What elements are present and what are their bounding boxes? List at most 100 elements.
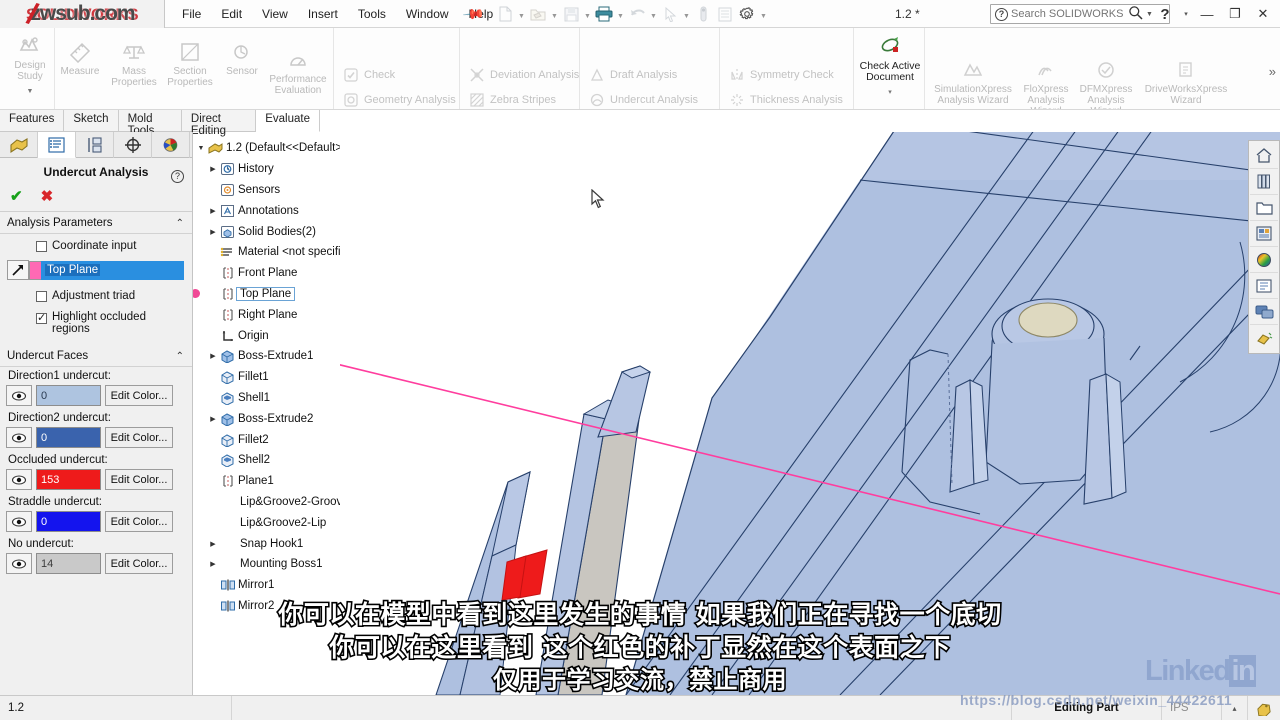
direction2-color-swatch[interactable]: 0 bbox=[36, 427, 101, 448]
open-folder-icon[interactable] bbox=[528, 3, 548, 25]
undercut-analysis-button[interactable]: Undercut Analysis bbox=[588, 91, 698, 108]
measure-button[interactable]: Measure bbox=[50, 38, 110, 77]
design-study-caret-icon[interactable]: ▼ bbox=[27, 86, 34, 97]
undo-caret-icon[interactable]: ▼ bbox=[649, 3, 658, 25]
save-icon[interactable] bbox=[561, 3, 581, 25]
tag-icon[interactable] bbox=[1248, 696, 1280, 720]
direction1-color-swatch[interactable]: 0 bbox=[36, 385, 101, 406]
simulationxpress-button[interactable]: SimulationXpress Analysis Wizard bbox=[932, 56, 1014, 106]
open-caret-icon[interactable]: ▼ bbox=[550, 3, 559, 25]
gear-icon[interactable] bbox=[737, 3, 757, 25]
custom-properties-icon[interactable] bbox=[1250, 273, 1278, 299]
chevron-up-icon-2[interactable]: ⌃ bbox=[176, 351, 184, 362]
home-icon[interactable] bbox=[1250, 143, 1278, 169]
eye-icon-no-undercut[interactable] bbox=[6, 553, 32, 574]
selected-plane-field[interactable]: Top Plane bbox=[41, 260, 184, 280]
new-document-icon[interactable] bbox=[495, 3, 515, 25]
highlight-occluded-checkbox[interactable] bbox=[36, 311, 47, 324]
check-active-document-button[interactable]: Check Active Document ▾ bbox=[858, 33, 922, 98]
expand-icon-snap-hook1[interactable]: ▶ bbox=[207, 540, 219, 548]
help-caret-icon[interactable]: ▾ bbox=[1180, 3, 1192, 25]
tree-node-lip-groove-lip[interactable]: Lip&Groove2-Lip bbox=[193, 512, 340, 533]
help-search-box[interactable]: ? ▼ bbox=[990, 4, 1170, 24]
new-document-caret-icon[interactable]: ▼ bbox=[517, 3, 526, 25]
tree-node-top-plane[interactable]: Top Plane bbox=[193, 284, 340, 305]
magnifier-icon[interactable] bbox=[1128, 5, 1143, 23]
design-library-icon[interactable] bbox=[1250, 169, 1278, 195]
appearances-icon[interactable] bbox=[1250, 247, 1278, 273]
eye-icon-occluded[interactable] bbox=[6, 469, 32, 490]
tree-node-mounting-boss1[interactable]: ▶ Mounting Boss1 bbox=[193, 554, 340, 575]
close-button[interactable]: ✕ bbox=[1250, 3, 1276, 25]
help-icon[interactable]: ? bbox=[171, 170, 184, 183]
minimize-button[interactable]: — bbox=[1194, 3, 1220, 25]
search-input[interactable] bbox=[1011, 8, 1126, 20]
edit-color-occluded-button[interactable]: Edit Color... bbox=[105, 469, 173, 490]
analysis-parameters-header[interactable]: Analysis Parameters ⌃ bbox=[0, 212, 192, 233]
restore-button[interactable]: ❐ bbox=[1222, 3, 1248, 25]
file-explorer-icon[interactable] bbox=[1250, 195, 1278, 221]
thickness-analysis-button[interactable]: Thickness Analysis bbox=[728, 91, 843, 108]
pull-direction-selection-row[interactable]: Top Plane bbox=[0, 254, 192, 282]
expand-icon-solid-bodies[interactable]: ▶ bbox=[207, 228, 219, 236]
options-list-icon[interactable] bbox=[715, 3, 735, 25]
menu-edit[interactable]: Edit bbox=[211, 3, 252, 25]
mass-properties-button[interactable]: Mass Properties bbox=[104, 38, 164, 88]
sensor-button[interactable]: Sensor bbox=[212, 38, 272, 77]
deviation-analysis-button[interactable]: Deviation Analysis bbox=[468, 66, 579, 83]
eye-icon-straddle[interactable] bbox=[6, 511, 32, 532]
tab-direct-editing[interactable]: Direct Editing bbox=[181, 110, 257, 137]
select-caret-icon[interactable]: ▼ bbox=[682, 3, 691, 25]
adjustment-triad-row[interactable]: Adjustment triad bbox=[0, 282, 192, 304]
dfmxpress-button[interactable]: DFMXpress Analysis Wizard bbox=[1078, 56, 1134, 109]
tree-node-lip-groove-groove[interactable]: Lip&Groove2-Groove bbox=[193, 492, 340, 513]
edit-color-direction1-button[interactable]: Edit Color... bbox=[105, 385, 173, 406]
help-button[interactable]: ? bbox=[1152, 3, 1178, 25]
no-undercut-color-swatch[interactable]: 14 bbox=[36, 553, 101, 574]
check-active-caret-icon[interactable]: ▾ bbox=[888, 87, 892, 98]
tree-node-boss-extrude1[interactable]: ▶ Boss-Extrude1 bbox=[193, 346, 340, 367]
coordinate-input-checkbox[interactable] bbox=[36, 240, 47, 252]
menu-insert[interactable]: Insert bbox=[298, 3, 348, 25]
performance-evaluation-button[interactable]: Performance Evaluation bbox=[264, 46, 332, 96]
eye-icon-direction1[interactable] bbox=[6, 385, 32, 406]
rebuild-icon[interactable] bbox=[693, 3, 713, 25]
tab-dimxpert-manager[interactable] bbox=[114, 132, 152, 158]
sw-forum-icon[interactable] bbox=[1250, 299, 1278, 325]
undercut-faces-header[interactable]: Undercut Faces ⌃ bbox=[0, 345, 192, 366]
eye-icon-direction2[interactable] bbox=[6, 427, 32, 448]
geometry-analysis-button[interactable]: Geometry Analysis bbox=[342, 91, 456, 108]
tab-configuration-manager[interactable] bbox=[76, 132, 114, 158]
menu-tools[interactable]: Tools bbox=[348, 3, 396, 25]
tree-node-front-plane[interactable]: Front Plane bbox=[193, 263, 340, 284]
tree-node-fillet2[interactable]: Fillet2 bbox=[193, 429, 340, 450]
tree-node-plane1[interactable]: Plane1 bbox=[193, 471, 340, 492]
menu-window[interactable]: Window bbox=[396, 3, 459, 25]
tree-node-shell1[interactable]: Shell1 bbox=[193, 388, 340, 409]
expand-icon-root[interactable]: ▼ bbox=[195, 145, 207, 152]
edit-color-straddle-button[interactable]: Edit Color... bbox=[105, 511, 173, 532]
adjustment-triad-checkbox[interactable] bbox=[36, 290, 47, 302]
tab-features[interactable]: Features bbox=[0, 110, 65, 132]
edit-color-no-undercut-button[interactable]: Edit Color... bbox=[105, 553, 173, 574]
tree-node-origin[interactable]: Origin bbox=[193, 325, 340, 346]
draft-analysis-button[interactable]: Draft Analysis bbox=[588, 66, 677, 83]
undo-icon[interactable] bbox=[627, 3, 647, 25]
expand-icon-mounting-boss1[interactable]: ▶ bbox=[207, 560, 219, 568]
tree-node-material[interactable]: Material <not specifi... bbox=[193, 242, 340, 263]
print-caret-icon[interactable]: ▼ bbox=[616, 3, 625, 25]
coordinate-input-row[interactable]: Coordinate input bbox=[0, 234, 192, 254]
driveworksxpress-button[interactable]: DriveWorksXpress Wizard bbox=[1140, 56, 1232, 106]
floxpress-button[interactable]: FloXpress Analysis Wizard bbox=[1018, 56, 1074, 109]
menu-file[interactable]: File bbox=[172, 3, 211, 25]
view-palette-icon[interactable] bbox=[1250, 221, 1278, 247]
straddle-color-swatch[interactable]: 0 bbox=[36, 511, 101, 532]
section-properties-button[interactable]: Section Properties bbox=[160, 38, 220, 88]
tree-node-solid-bodies[interactable]: ▶ Solid Bodies(2) bbox=[193, 221, 340, 242]
select-arrow-icon[interactable] bbox=[660, 3, 680, 25]
tab-sketch[interactable]: Sketch bbox=[64, 110, 119, 132]
chevron-up-icon[interactable]: ⌃ bbox=[176, 218, 184, 229]
zebra-stripes-button[interactable]: Zebra Stripes bbox=[468, 91, 556, 108]
check-button[interactable]: Check bbox=[342, 66, 395, 83]
tree-node-fillet1[interactable]: Fillet1 bbox=[193, 367, 340, 388]
